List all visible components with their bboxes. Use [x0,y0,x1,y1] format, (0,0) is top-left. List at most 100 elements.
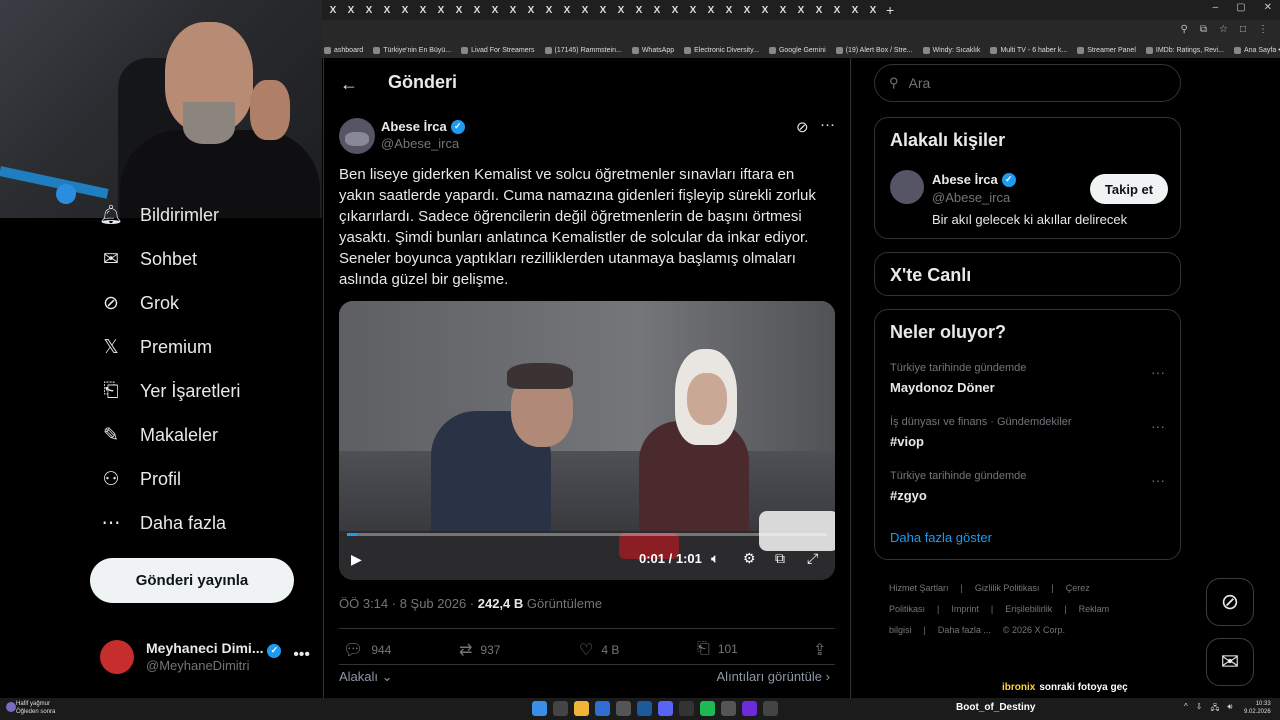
bookmark-item[interactable]: Electronic Diversity... [684,46,759,54]
new-tab-button[interactable]: + [886,2,894,18]
fullscreen-icon[interactable]: ⤢ [807,550,818,567]
search-box[interactable]: ⚲ [874,64,1181,102]
download-icon[interactable]: ⇩ [1196,702,1203,716]
clock[interactable]: 10:33 9.02.2026 [1244,700,1271,716]
browser-tab-close-icon[interactable]: X [324,2,342,18]
browser-tab-close-icon[interactable]: X [774,2,792,18]
app-icon[interactable] [595,701,610,716]
menu-icon[interactable]: ⋮ [1258,24,1268,35]
trend-more-icon[interactable]: ··· [1151,472,1165,488]
settings-gear-icon[interactable]: ⚙ [743,550,756,567]
bookmark-item[interactable]: Windy: Sıcaklık [922,46,980,54]
browser-tab-close-icon[interactable]: X [450,2,468,18]
trend-name[interactable]: #zgyo [890,488,927,503]
repost-button[interactable]: ⇄ 937 [459,640,500,660]
bookmark-item[interactable]: (19) Alert Box / Stre... [835,46,913,54]
browser-tab-close-icon[interactable]: X [594,2,612,18]
browser-tab-close-icon[interactable]: X [702,2,720,18]
bookmark-button[interactable]: ⎗ 101 [697,640,738,658]
app-icon[interactable] [742,701,757,716]
network-icon[interactable]: 🖧︎ [1210,702,1219,716]
bookmark-item[interactable]: Ana Sayfa • HBO Max [1233,46,1280,54]
grok-icon[interactable]: ⊘ [796,118,809,136]
browser-tab-close-icon[interactable]: X [864,2,882,18]
view-quotes-link[interactable]: Alıntıları görüntüle › [717,669,830,684]
bookmark-item[interactable]: Streamer Panel [1077,46,1136,54]
nav-item-makaleler[interactable]: ✎ Makaleler [100,424,218,446]
bookmark-item[interactable]: Google Gemini [768,46,826,54]
weather-icon[interactable] [6,702,16,712]
video-player[interactable]: ▶ 0:01 / 1:01 🔈︎ ⚙ ⧉ ⤢ [339,301,835,580]
bookmark-item[interactable]: WhatsApp [631,46,674,54]
account-switcher[interactable]: Meyhaneci Dimi... ✓ @MeyhaneDimitri ••• [100,636,310,680]
play-icon[interactable]: ▶ [351,551,362,568]
app-icon[interactable] [721,701,736,716]
browser-tab-close-icon[interactable]: X [558,2,576,18]
tweet-time[interactable]: ÖÖ 3:14 · 8 Şub 2026 · [339,596,478,611]
browser-tab-close-icon[interactable]: X [648,2,666,18]
bookmark-item[interactable]: Türkiye'nin En Büyü... [373,46,451,54]
author-name[interactable]: Abese İrca ✓ [381,119,465,134]
nav-item-grok[interactable]: ⊘ Grok [100,292,179,314]
footer-link[interactable]: Erişilebilirlik [1005,604,1052,614]
browser-tab-close-icon[interactable]: X [378,2,396,18]
browser-tab-close-icon[interactable]: X [540,2,558,18]
browser-tab-close-icon[interactable]: X [684,2,702,18]
browser-tab-close-icon[interactable]: X [396,2,414,18]
nav-item-daha-fazla[interactable]: ⋯ Daha fazla [100,512,227,534]
browser-tab-close-icon[interactable]: X [738,2,756,18]
pip-icon[interactable]: ⧉ [775,550,785,567]
post-button[interactable]: Gönderi yayınla [90,558,294,603]
show-more-link[interactable]: Daha fazla göster [890,530,992,545]
browser-tab-close-icon[interactable]: X [468,2,486,18]
live-panel[interactable]: X'te Canlı [874,252,1181,296]
reply-button[interactable]: 💬︎ 944 [343,640,391,660]
trend-more-icon[interactable]: ··· [1151,418,1165,434]
nav-item-sohbet[interactable]: ✉ Sohbet [100,248,197,270]
search-input[interactable] [908,75,1149,91]
trend-more-icon[interactable]: ··· [1151,364,1165,380]
author-avatar[interactable] [339,118,375,154]
related-dropdown[interactable]: Alakalı ⌄ [339,669,393,685]
like-button[interactable]: ♡ 4 B [579,640,619,660]
browser-tab-close-icon[interactable]: X [486,2,504,18]
steam-icon[interactable] [637,701,652,716]
browser-tab-close-icon[interactable]: X [414,2,432,18]
minimize-button[interactable]: – [1213,2,1219,13]
follow-button[interactable]: Takip et [1090,174,1168,204]
volume-icon[interactable]: 🔊︎ [1227,702,1232,716]
browser-tab-close-icon[interactable]: X [522,2,540,18]
messages-fab-icon[interactable]: ✉ [1206,638,1254,686]
sidepanel-icon[interactable]: □ [1240,24,1246,35]
back-arrow-icon[interactable]: ← [340,74,358,95]
browser-tab-close-icon[interactable]: X [846,2,864,18]
spotify-icon[interactable] [700,701,715,716]
author-handle[interactable]: @Abese_irca [381,136,459,151]
browser-tab-close-icon[interactable]: X [360,2,378,18]
search-taskbar-icon[interactable] [553,701,568,716]
browser-tab-close-icon[interactable]: X [666,2,684,18]
app-icon[interactable] [763,701,778,716]
browser-tab-close-icon[interactable]: X [792,2,810,18]
footer-link[interactable]: Imprint [951,604,979,614]
more-dots-icon[interactable]: ••• [293,646,310,664]
related-handle[interactable]: @Abese_irca [932,190,1010,205]
epic-icon[interactable] [679,701,694,716]
zoom-icon[interactable]: ⚲ [1181,24,1188,35]
star-icon[interactable]: ☆ [1219,24,1228,35]
footer-link[interactable]: Hizmet Şartları [889,583,949,593]
related-avatar[interactable] [890,170,924,204]
browser-tab-close-icon[interactable]: X [576,2,594,18]
browser-tab-close-icon[interactable]: X [828,2,846,18]
bookmark-item[interactable]: Multi TV - 6 haber k... [990,46,1067,54]
volume-icon[interactable]: 🔈︎ [711,550,719,567]
start-icon[interactable] [532,701,547,716]
bookmark-item[interactable]: (17145) Rammstein... [544,46,622,54]
weather-widget[interactable]: Hafif yağmur Öğleden sonra [16,700,55,716]
tray-expand-icon[interactable]: ^ [1184,702,1188,716]
discord-icon[interactable] [658,701,673,716]
close-window-button[interactable]: ✕ [1264,2,1272,13]
trend-name[interactable]: #viop [890,434,924,449]
browser-tab-close-icon[interactable]: X [756,2,774,18]
grok-fab-icon[interactable]: ⊘ [1206,578,1254,626]
